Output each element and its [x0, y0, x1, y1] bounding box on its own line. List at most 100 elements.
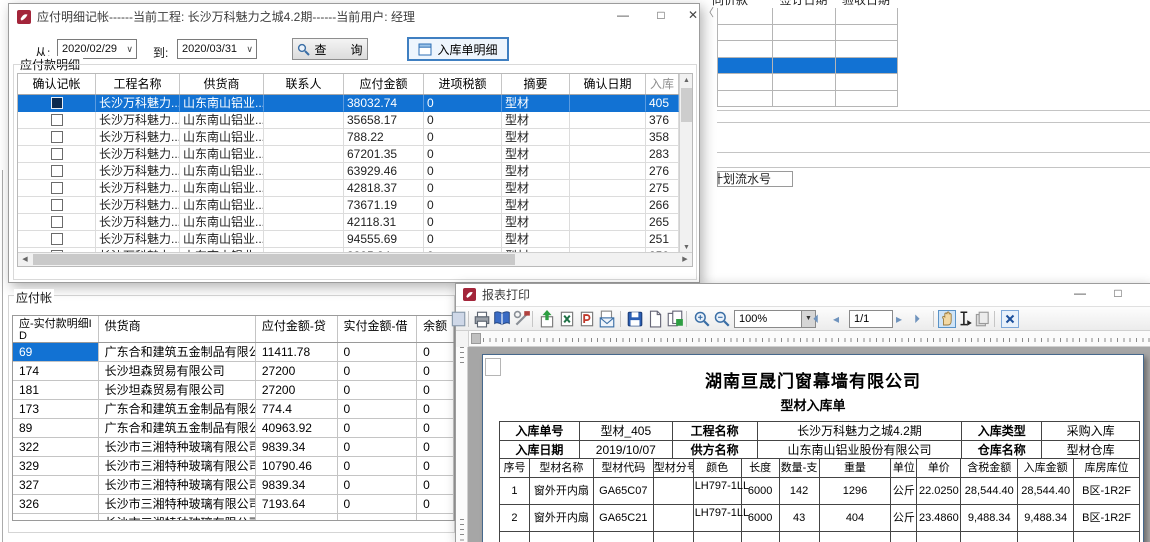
export-excel-icon[interactable] — [558, 310, 576, 328]
payable-detail-row[interactable]: 长沙万科魅力... 山东南山铝业... 94555.69 0 型材 251 — [18, 231, 681, 248]
bg-column-accept-date[interactable]: 验收日期 — [835, 0, 897, 7]
column-header-supplier[interactable]: 供货商 — [99, 316, 256, 342]
column-header-debit[interactable]: 实付金额-借 — [338, 316, 418, 342]
export-pdf-icon[interactable] — [578, 310, 596, 328]
chevron-down-icon[interactable]: ∨ — [246, 40, 253, 58]
bg-column-contract-price[interactable]: 同价款 — [700, 0, 760, 7]
next-page-button[interactable]: ▸ — [896, 310, 914, 328]
zoom-out-icon[interactable] — [713, 310, 731, 328]
minimize-button[interactable]: — — [1064, 284, 1096, 304]
confirm-checkbox[interactable] — [51, 131, 63, 143]
copy-page-icon[interactable] — [973, 310, 991, 328]
scrollbar-thumb[interactable] — [33, 254, 515, 265]
confirm-checkbox[interactable] — [51, 199, 63, 211]
sidebar-toggle-icon[interactable] — [449, 310, 467, 328]
bg-table-row[interactable] — [718, 41, 898, 58]
close-button[interactable]: ✕ — [677, 4, 709, 28]
close-button[interactable]: ✕ — [1140, 284, 1150, 304]
maximize-button[interactable]: □ — [645, 4, 677, 28]
bg-table-row[interactable] — [718, 8, 898, 25]
confirm-checkbox[interactable] — [51, 97, 63, 109]
close-preview-icon[interactable] — [1001, 310, 1019, 328]
payables-row[interactable]: 174 长沙坦森贸易有限公司 27200 0 0 — [13, 362, 454, 381]
confirm-checkbox[interactable] — [51, 148, 63, 160]
payables-row[interactable]: 长沙市三湘特种玻璃有限公司 — [13, 514, 454, 521]
column-header-project[interactable]: 工程名称 — [96, 74, 180, 94]
payable-detail-row[interactable]: 长沙万科魅力... 山东南山铝业... 35658.17 0 型材 376 — [18, 112, 681, 129]
column-header-id[interactable]: 应-实付款明细ID — [13, 316, 99, 342]
payables-row[interactable]: 322 长沙市三湘特种玻璃有限公司 9839.34 0 0 — [13, 438, 454, 457]
last-page-button[interactable]: ⏵ — [914, 310, 932, 328]
column-header-credit[interactable]: 应付金额-贷 — [256, 316, 338, 342]
page-setup-icon[interactable] — [493, 310, 511, 328]
payable-detail-row[interactable]: 长沙万科魅力... 山东南山铝业... 63929.46 0 型材 276 — [18, 163, 681, 180]
hand-pan-tool-icon[interactable] — [938, 310, 956, 328]
export-icon[interactable] — [538, 310, 556, 328]
print-icon[interactable] — [473, 310, 491, 328]
payables-row[interactable]: 173 广东合和建筑五金制品有限公司 774.4 0 0 — [13, 400, 454, 419]
inbound-order-icon — [418, 43, 432, 56]
payables-row[interactable]: 329 长沙市三湘特种玻璃有限公司 10790.46 0 0 — [13, 457, 454, 476]
to-date-select[interactable]: 2020/03/31 ∨ — [177, 39, 257, 59]
col-inbound-amount: 入库金额 — [1018, 459, 1074, 478]
column-header-inbound[interactable]: 入库 — [646, 74, 679, 94]
payable-detail-row[interactable]: 长沙万科魅力... 山东南山铝业... 788.22 0 型材 358 — [18, 129, 681, 146]
save-icon[interactable] — [626, 310, 644, 328]
confirm-checkbox[interactable] — [51, 182, 63, 194]
settings-tools-icon[interactable] — [513, 310, 531, 328]
payables-row[interactable]: 69 广东合和建筑五金制品有限公司 11411.78 0 0 — [13, 343, 454, 362]
ruler-numbers — [456, 365, 468, 517]
confirm-checkbox[interactable] — [51, 216, 63, 228]
scroll-up-icon[interactable]: ▲ — [680, 74, 693, 87]
confirm-checkbox[interactable] — [51, 165, 63, 177]
page-number-input[interactable]: 1/1 — [849, 310, 893, 328]
horizontal-scrollbar[interactable]: ◀ ▶ — [18, 252, 692, 266]
cell-balance: 0 — [417, 381, 454, 400]
scrollbar-thumb[interactable] — [681, 88, 692, 122]
query-button[interactable]: 查 询 — [292, 38, 368, 60]
vertical-scrollbar[interactable]: ▲ ▼ — [679, 74, 692, 254]
payables-row[interactable]: 326 长沙市三湘特种玻璃有限公司 7193.64 0 0 — [13, 495, 454, 514]
send-mail-icon[interactable] — [598, 310, 616, 328]
text-select-tool-icon[interactable] — [956, 310, 974, 328]
payable-detail-row[interactable]: 长沙万科魅力... 山东南山铝业... 67201.35 0 型材 283 — [18, 146, 681, 163]
inbound-detail-button[interactable]: 入库单明细 — [407, 37, 509, 61]
payable-detail-row[interactable]: 长沙万科魅力... 山东南山铝业... 38032.74 0 型材 405 — [18, 95, 681, 112]
bg-column-sign-date[interactable]: 签订日期 — [772, 0, 835, 7]
column-header-contact[interactable]: 联系人 — [264, 74, 344, 94]
first-page-button[interactable]: ⏴ — [813, 310, 831, 328]
bg-table-row-selected[interactable] — [718, 58, 898, 75]
scroll-right-icon[interactable]: ▶ — [678, 253, 692, 266]
ruler-number — [456, 365, 468, 390]
payable-detail-row[interactable]: 长沙万科魅力... 山东南山铝业... 73671.19 0 型材 266 — [18, 197, 681, 214]
scroll-left-icon[interactable]: ◀ — [18, 253, 32, 266]
column-header-supplier[interactable]: 供货商 — [180, 74, 264, 94]
column-header-summary[interactable]: 摘要 — [502, 74, 570, 94]
column-header-amount[interactable]: 应付金额 — [344, 74, 424, 94]
maximize-button[interactable]: □ — [1102, 284, 1134, 304]
single-page-view-icon[interactable] — [646, 310, 664, 328]
title-bar[interactable]: 应付明细记帐------当前工程: 长沙万科魅力之城4.2期------当前用户… — [9, 4, 699, 30]
zoom-level-select[interactable]: 100% ▼ — [734, 310, 816, 328]
confirm-checkbox[interactable] — [51, 233, 63, 245]
column-header-tax[interactable]: 进项税额 — [424, 74, 502, 94]
cell-supplier: 长沙市三湘特种玻璃有限公司 — [99, 476, 256, 495]
payable-detail-row[interactable]: 长沙万科魅力... 山东南山铝业... 42818.37 0 型材 275 — [18, 180, 681, 197]
payables-row[interactable]: 89 广东合和建筑五金制品有限公司 40963.92 0 0 — [13, 419, 454, 438]
zoom-in-icon[interactable] — [693, 310, 711, 328]
title-bar[interactable]: 报表打印 — □ ✕ — [456, 284, 1150, 306]
multi-page-view-icon[interactable] — [666, 310, 684, 328]
bg-table-row[interactable] — [718, 25, 898, 42]
plan-serial-field[interactable]: 计划流水号 — [717, 171, 793, 187]
payables-row[interactable]: 327 长沙市三湘特种玻璃有限公司 9839.34 0 0 — [13, 476, 454, 495]
payables-row[interactable]: 181 长沙坦森贸易有限公司 27200 0 0 — [13, 381, 454, 400]
minimize-button[interactable]: — — [607, 4, 639, 28]
chevron-down-icon[interactable]: ∨ — [126, 40, 133, 58]
bg-table-row[interactable] — [718, 74, 898, 91]
payable-detail-row[interactable]: 长沙万科魅力... 山东南山铝业... 42118.31 0 型材 265 — [18, 214, 681, 231]
bg-table-row[interactable] — [718, 91, 898, 108]
report-preview-area[interactable]: 湖南亘晟门窗幕墙有限公司 型材入库单 入库单号 型材_405 工程名称 长沙万科… — [468, 347, 1150, 542]
column-header-confirm-date[interactable]: 确认日期 — [570, 74, 646, 94]
confirm-checkbox[interactable] — [51, 114, 63, 126]
column-header-confirm[interactable]: 确认记帐 — [18, 74, 96, 94]
